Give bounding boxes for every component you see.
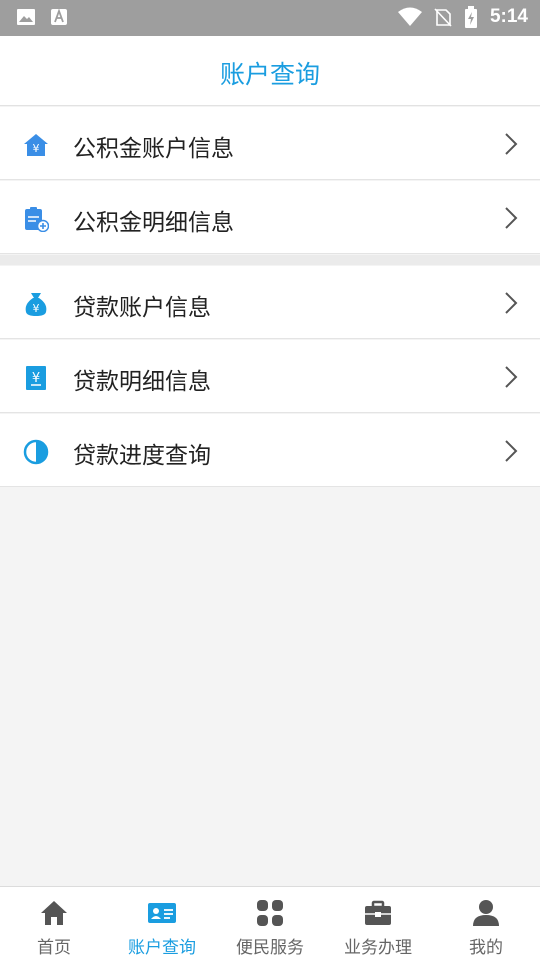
tab-mine[interactable]: 我的 xyxy=(432,887,540,960)
image-icon xyxy=(17,9,35,25)
chevron-right-icon xyxy=(505,207,518,229)
tab-label: 我的 xyxy=(469,938,503,958)
svg-text:¥: ¥ xyxy=(33,142,40,155)
wifi-icon xyxy=(397,7,422,26)
svg-text:¥: ¥ xyxy=(32,371,40,386)
bottom-tab-bar: 首页 账户查询 便民服务 业务办理 我的 xyxy=(0,886,540,960)
page-title: 账户查询 xyxy=(219,60,320,89)
tab-home[interactable]: 首页 xyxy=(0,887,108,960)
menu-item-fund-details[interactable]: 公积金明细信息 xyxy=(0,181,540,254)
menu-item-label: 贷款账户信息 xyxy=(73,295,211,321)
menu-item-loan-details[interactable]: ¥ 贷款明细信息 xyxy=(0,340,540,413)
tab-convenience-services[interactable]: 便民服务 xyxy=(216,887,324,960)
font-icon xyxy=(51,8,67,25)
svg-text:¥: ¥ xyxy=(33,302,40,315)
house-yen-icon: ¥ xyxy=(24,134,48,156)
status-time: 5:14 xyxy=(489,6,528,27)
chevron-right-icon xyxy=(505,366,518,388)
tab-label: 首页 xyxy=(37,938,71,958)
header: 账户查询 xyxy=(0,36,540,106)
section-divider xyxy=(0,255,540,265)
menu-item-label: 公积金账户信息 xyxy=(73,136,234,162)
document-yen-icon: ¥ xyxy=(26,366,46,390)
progress-pie-icon xyxy=(23,439,49,465)
menu-item-label: 公积金明细信息 xyxy=(73,210,234,236)
home-icon xyxy=(41,901,67,925)
menu-item-fund-account[interactable]: ¥ 公积金账户信息 xyxy=(0,107,540,180)
grid-icon xyxy=(257,900,283,926)
battery-charging-icon xyxy=(464,6,477,28)
menu-item-loan-progress[interactable]: 贷款进度查询 xyxy=(0,414,540,487)
chevron-right-icon xyxy=(505,133,518,155)
briefcase-icon xyxy=(365,900,391,925)
chevron-right-icon xyxy=(505,292,518,314)
tab-business-handling[interactable]: 业务办理 xyxy=(324,887,432,960)
status-bar: 5:14 xyxy=(0,0,540,36)
money-bag-icon: ¥ xyxy=(25,293,47,316)
person-icon xyxy=(473,900,499,926)
tab-label: 业务办理 xyxy=(344,938,412,958)
tab-label: 便民服务 xyxy=(236,938,304,958)
clipboard-add-icon xyxy=(25,207,49,232)
id-card-icon xyxy=(148,903,176,923)
tab-account-query[interactable]: 账户查询 xyxy=(108,887,216,960)
menu-item-label: 贷款进度查询 xyxy=(73,443,211,469)
no-sim-icon xyxy=(434,8,452,27)
menu-item-loan-account[interactable]: ¥ 贷款账户信息 xyxy=(0,266,540,339)
chevron-right-icon xyxy=(505,440,518,462)
tab-label: 账户查询 xyxy=(128,938,196,958)
menu-item-label: 贷款明细信息 xyxy=(73,369,211,395)
